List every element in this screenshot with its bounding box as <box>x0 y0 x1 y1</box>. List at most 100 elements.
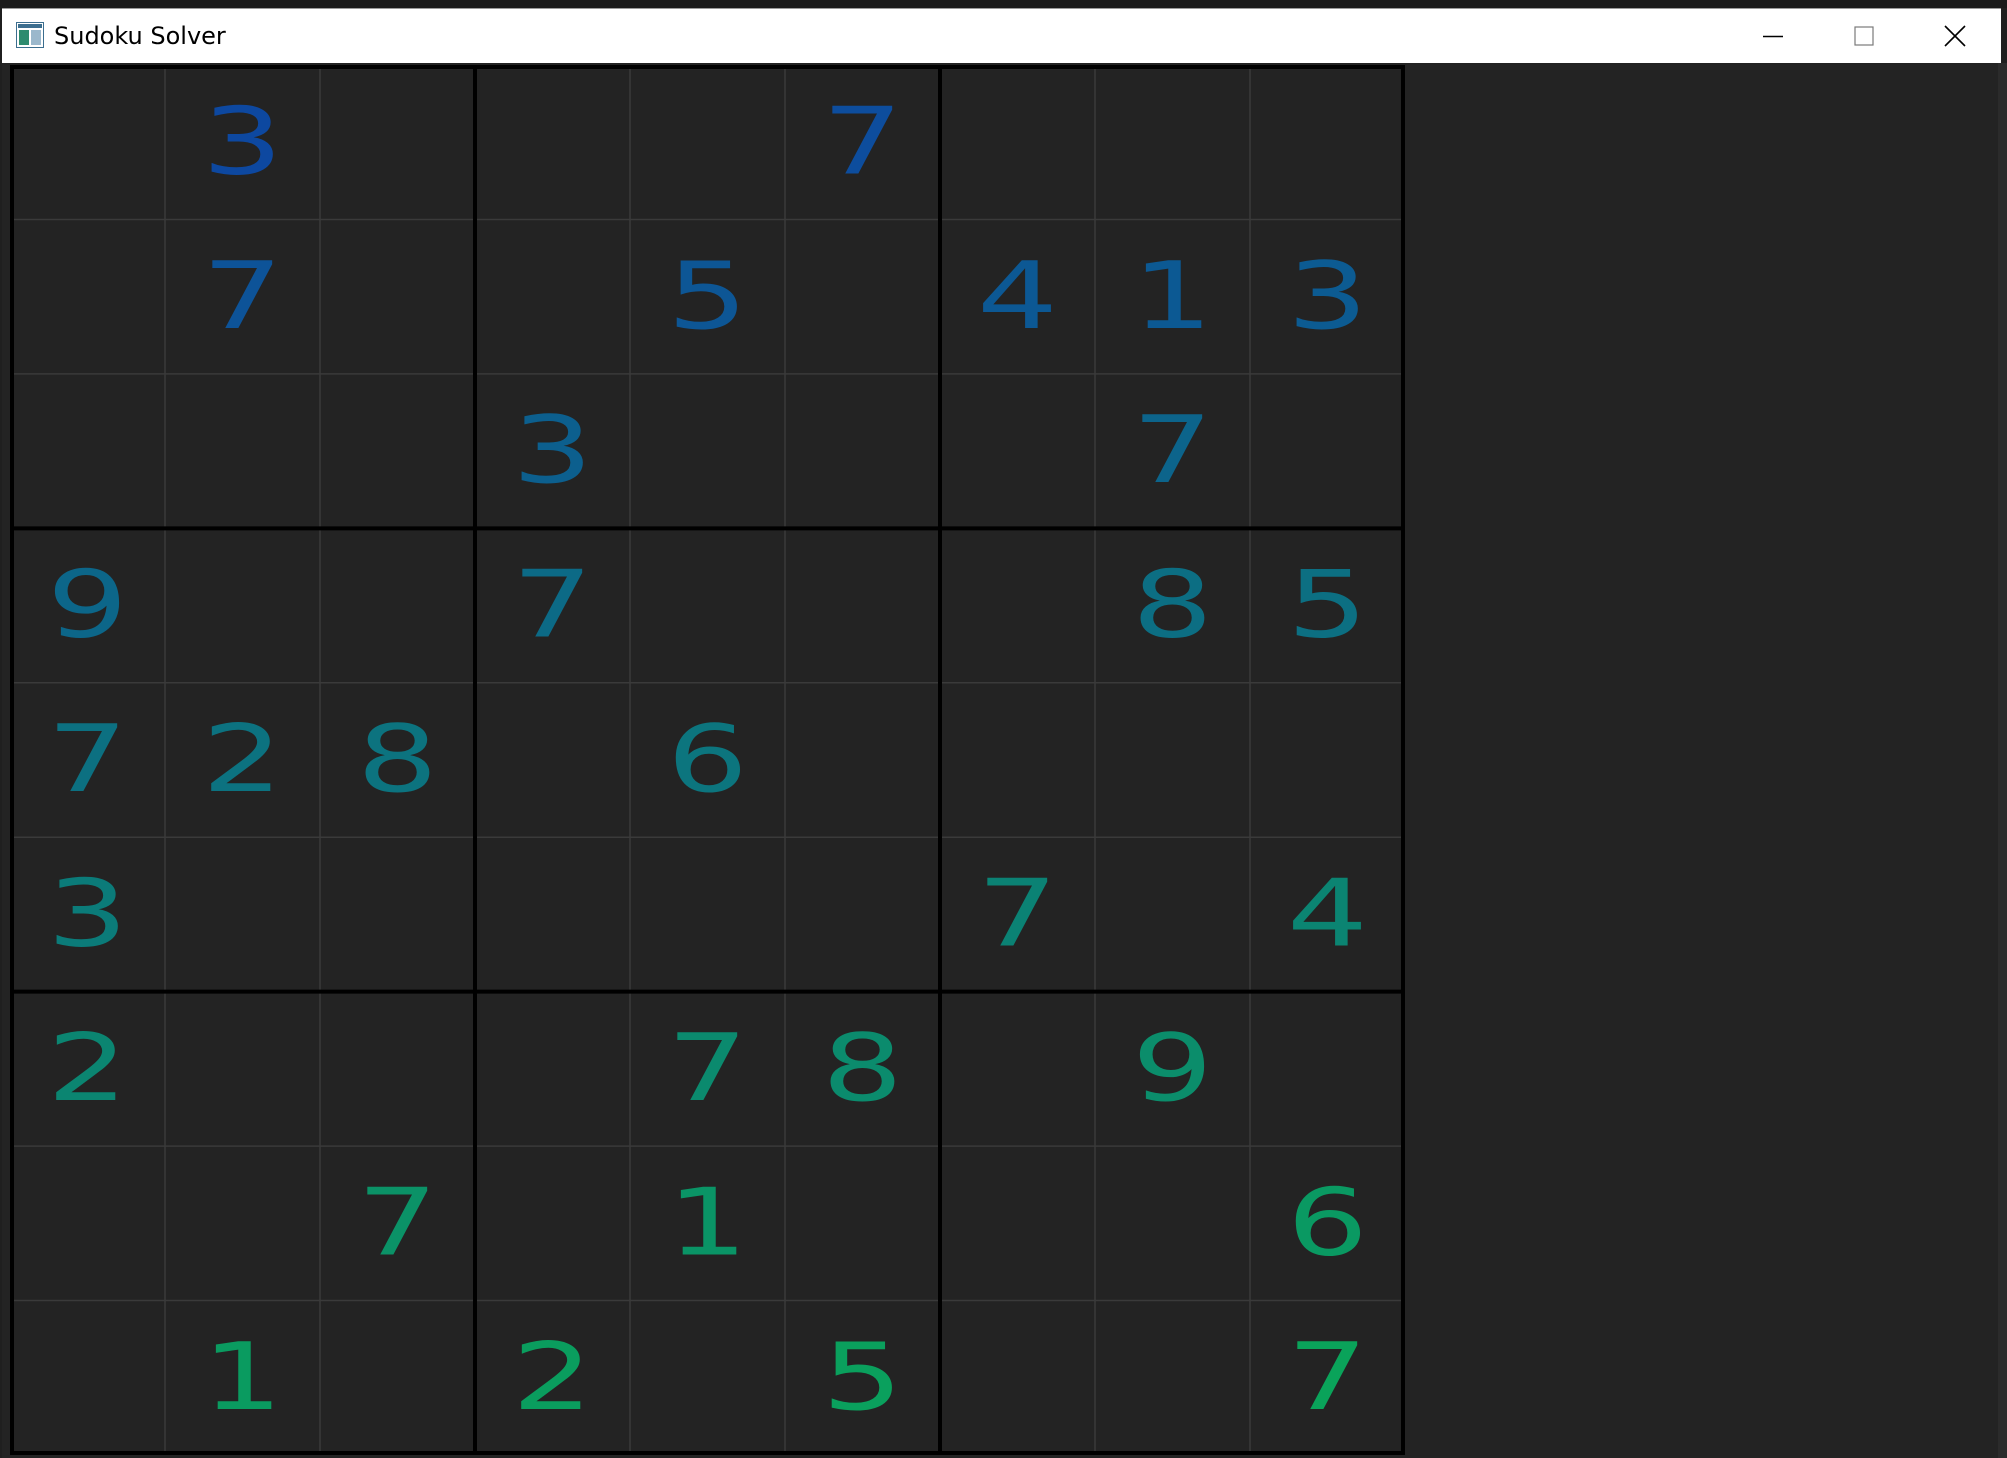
sudoku-cell[interactable] <box>320 991 475 1147</box>
cell-background <box>785 1146 940 1301</box>
maximize-button[interactable] <box>1818 9 1910 63</box>
sudoku-cell[interactable] <box>1250 373 1405 529</box>
cell-background <box>630 837 785 992</box>
sudoku-cell[interactable] <box>785 1146 940 1301</box>
cell-digit: 4 <box>977 243 1058 350</box>
sudoku-cell[interactable] <box>165 373 320 529</box>
sudoku-cell[interactable] <box>1250 991 1405 1147</box>
sudoku-cell[interactable] <box>1095 1146 1250 1301</box>
sudoku-cell[interactable] <box>940 991 1095 1147</box>
sudoku-cell[interactable] <box>475 219 630 374</box>
cell-background <box>10 1300 165 1455</box>
sudoku-cell[interactable] <box>785 528 940 683</box>
sudoku-cell[interactable] <box>320 1300 475 1455</box>
sudoku-cell[interactable]: 4 <box>940 219 1095 374</box>
sudoku-cell[interactable] <box>165 528 320 683</box>
sudoku-cell[interactable] <box>10 373 165 529</box>
minimize-button[interactable] <box>1727 9 1819 63</box>
title-bar[interactable]: Sudoku Solver <box>2 8 2001 63</box>
sudoku-cell[interactable] <box>785 373 940 529</box>
cell-digit: 9 <box>47 552 128 659</box>
sudoku-cell[interactable] <box>475 991 630 1147</box>
sudoku-cell[interactable] <box>940 1146 1095 1301</box>
sudoku-cell[interactable]: 3 <box>10 837 165 992</box>
close-button[interactable] <box>1909 9 2001 63</box>
sudoku-cell[interactable]: 7 <box>165 219 320 374</box>
sudoku-cell[interactable] <box>630 373 785 529</box>
sudoku-cell[interactable]: 7 <box>1250 1300 1405 1455</box>
sudoku-cell[interactable]: 5 <box>1250 528 1405 683</box>
sudoku-cell[interactable] <box>10 1300 165 1455</box>
sudoku-cell[interactable]: 1 <box>1095 219 1250 374</box>
sudoku-cell[interactable] <box>475 682 630 838</box>
sudoku-cell[interactable] <box>475 837 630 992</box>
sudoku-cell[interactable] <box>1250 682 1405 838</box>
sudoku-cell[interactable] <box>165 991 320 1147</box>
sudoku-cell[interactable] <box>940 1300 1095 1455</box>
sudoku-cell[interactable]: 7 <box>475 528 630 683</box>
sudoku-cell[interactable]: 5 <box>630 219 785 374</box>
cell-digit: 1 <box>1132 243 1213 350</box>
cell-digit: 3 <box>47 861 128 968</box>
sudoku-cell[interactable]: 7 <box>630 991 785 1147</box>
sudoku-cell[interactable] <box>475 65 630 220</box>
sudoku-cell[interactable] <box>475 1146 630 1301</box>
sudoku-cell[interactable] <box>630 528 785 683</box>
sudoku-cell[interactable]: 3 <box>475 373 630 529</box>
sudoku-cell[interactable]: 3 <box>1250 219 1405 374</box>
sudoku-cell[interactable]: 7 <box>320 1146 475 1301</box>
sudoku-cell[interactable] <box>1250 65 1405 220</box>
sudoku-cell[interactable]: 4 <box>1250 837 1405 992</box>
cell-background <box>10 219 165 374</box>
sudoku-cell[interactable] <box>1095 65 1250 220</box>
sudoku-cell[interactable] <box>320 528 475 683</box>
sudoku-cell[interactable] <box>785 219 940 374</box>
sudoku-cell[interactable]: 6 <box>630 682 785 838</box>
cell-digit: 7 <box>1287 1324 1368 1431</box>
cell-digit: 5 <box>667 243 748 350</box>
sudoku-cell[interactable] <box>630 1300 785 1455</box>
sudoku-cell[interactable]: 2 <box>475 1300 630 1455</box>
sudoku-cell[interactable] <box>1095 837 1250 992</box>
sudoku-cell[interactable]: 9 <box>10 528 165 683</box>
sudoku-cell[interactable] <box>785 837 940 992</box>
sudoku-cell[interactable] <box>320 837 475 992</box>
sudoku-cell[interactable] <box>940 528 1095 683</box>
sudoku-cell[interactable] <box>320 219 475 374</box>
sudoku-cell[interactable] <box>630 65 785 220</box>
sudoku-cell[interactable] <box>10 219 165 374</box>
sudoku-cell[interactable] <box>940 65 1095 220</box>
sudoku-cell[interactable] <box>630 837 785 992</box>
sudoku-cell[interactable]: 7 <box>10 682 165 838</box>
sudoku-cell[interactable] <box>10 65 165 220</box>
sudoku-cell[interactable]: 7 <box>1095 373 1250 529</box>
sudoku-cell[interactable] <box>1095 682 1250 838</box>
cell-background <box>785 682 940 838</box>
sudoku-cell[interactable] <box>940 373 1095 529</box>
sudoku-cell[interactable]: 1 <box>630 1146 785 1301</box>
sudoku-cell[interactable] <box>785 682 940 838</box>
sudoku-cell[interactable]: 9 <box>1095 991 1250 1147</box>
sudoku-cell[interactable] <box>940 682 1095 838</box>
sudoku-cell[interactable]: 8 <box>1095 528 1250 683</box>
sudoku-cell[interactable]: 8 <box>785 991 940 1147</box>
cell-background <box>320 65 475 220</box>
sudoku-cell[interactable]: 5 <box>785 1300 940 1455</box>
sudoku-cell[interactable] <box>320 65 475 220</box>
sudoku-cell[interactable]: 3 <box>165 65 320 220</box>
sudoku-cell[interactable]: 1 <box>165 1300 320 1455</box>
sudoku-cell[interactable] <box>165 837 320 992</box>
sudoku-cell[interactable] <box>320 373 475 529</box>
sudoku-cell[interactable] <box>1095 1300 1250 1455</box>
sudoku-cell[interactable] <box>10 1146 165 1301</box>
sudoku-cell[interactable] <box>165 1146 320 1301</box>
sudoku-cell[interactable]: 6 <box>1250 1146 1405 1301</box>
sudoku-cell[interactable]: 7 <box>785 65 940 220</box>
cell-digit: 7 <box>667 1015 748 1122</box>
sudoku-cell[interactable]: 2 <box>165 682 320 838</box>
cell-digit: 7 <box>202 243 283 350</box>
sudoku-cell[interactable]: 7 <box>940 837 1095 992</box>
sudoku-cell[interactable]: 8 <box>320 682 475 838</box>
sudoku-cell[interactable]: 2 <box>10 991 165 1147</box>
cell-background <box>475 1146 630 1301</box>
